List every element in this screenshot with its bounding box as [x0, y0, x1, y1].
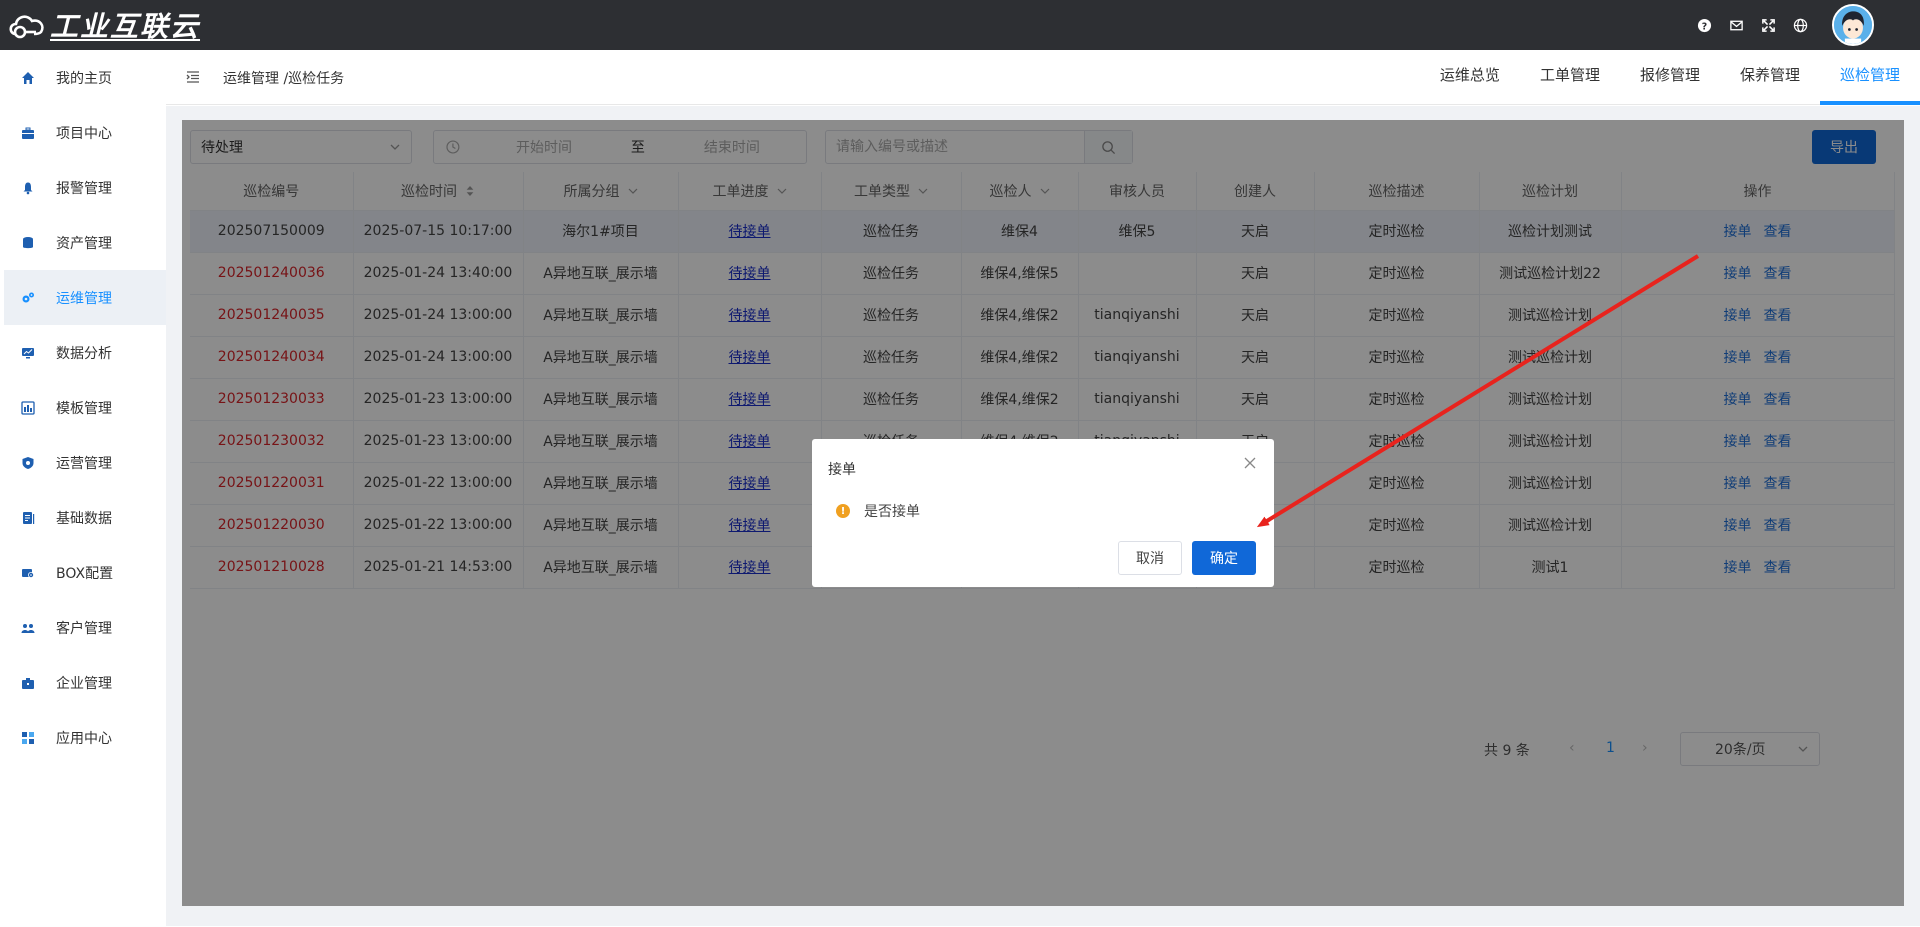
warning-icon: ! — [836, 504, 850, 518]
accept-order-dialog: 接单 ! 是否接单 取消 确定 — [812, 439, 1274, 587]
fullscreen-icon[interactable] — [1760, 17, 1776, 33]
tab-inspections[interactable]: 巡检管理 — [1819, 50, 1920, 105]
sidebar-item-box-config[interactable]: BOX配置 — [4, 545, 166, 600]
dialog-message: 是否接单 — [864, 504, 920, 520]
sidebar-item-label: 资产管理 — [56, 235, 112, 252]
svg-text:?: ? — [1701, 21, 1706, 32]
header: 运维管理 /巡检任务 运维总览 工单管理 报修管理 保养管理 巡检管理 — [166, 50, 1920, 105]
sidebar-item-alarms[interactable]: 报警管理 — [4, 160, 166, 215]
users-icon — [18, 618, 38, 638]
sidebar-item-customers[interactable]: 客户管理 — [4, 600, 166, 655]
tab-maintenance[interactable]: 保养管理 — [1720, 50, 1820, 105]
top-tabs: 运维总览 工单管理 报修管理 保养管理 巡检管理 — [1420, 50, 1920, 105]
sidebar-item-label: 我的主页 — [56, 70, 112, 87]
bell-icon — [18, 178, 38, 198]
sidebar-item-label: 基础数据 — [56, 510, 112, 527]
cloud-logo-icon — [9, 15, 44, 39]
mail-icon[interactable] — [1728, 17, 1744, 33]
database-icon — [18, 233, 38, 253]
breadcrumb: 运维管理 /巡检任务 — [223, 71, 345, 87]
sidebar-item-label: 应用中心 — [56, 730, 112, 747]
sidebar: 我的主页 项目中心 报警管理 资产管理 运维管理 数据分析 模板管理 运营管理 … — [4, 50, 166, 923]
tab-ops-overview[interactable]: 运维总览 — [1420, 50, 1520, 105]
sidebar-item-label: 运营管理 — [56, 455, 112, 472]
sidebar-item-enterprise[interactable]: 企业管理 — [4, 655, 166, 710]
briefcase-icon — [18, 123, 38, 143]
gears-icon — [18, 288, 38, 308]
sidebar-item-label: 运维管理 — [56, 290, 112, 307]
sidebar-item-label: 企业管理 — [56, 675, 112, 692]
sidebar-item-label: BOX配置 — [56, 565, 114, 582]
grid-icon — [18, 728, 38, 748]
sidebar-item-projects[interactable]: 项目中心 — [4, 105, 166, 160]
sidebar-item-label: 客户管理 — [56, 620, 112, 637]
tab-repairs[interactable]: 报修管理 — [1620, 50, 1720, 105]
sidebar-item-operations[interactable]: 运维管理 — [4, 270, 166, 325]
shield-icon — [18, 453, 38, 473]
document-icon — [18, 508, 38, 528]
menu-collapse-icon[interactable] — [186, 70, 200, 84]
user-avatar[interactable] — [1832, 4, 1874, 46]
confirm-button[interactable]: 确定 — [1192, 541, 1256, 575]
top-bar: 工业互联云 ? — [0, 0, 1920, 50]
logo-text: 工业互联云 — [50, 10, 201, 43]
dialog-title: 接单 — [828, 462, 856, 478]
monitor-chart-icon — [18, 343, 38, 363]
enterprise-icon — [18, 673, 38, 693]
sidebar-item-label: 模板管理 — [56, 400, 112, 417]
sidebar-item-label: 数据分析 — [56, 345, 112, 362]
help-icon[interactable]: ? — [1696, 17, 1712, 33]
sidebar-item-templates[interactable]: 模板管理 — [4, 380, 166, 435]
logo[interactable]: 工业互联云 — [6, 5, 200, 45]
globe-icon[interactable] — [1792, 17, 1808, 33]
sidebar-item-base-data[interactable]: 基础数据 — [4, 490, 166, 545]
sidebar-item-business-ops[interactable]: 运营管理 — [4, 435, 166, 490]
home-icon — [18, 68, 38, 88]
dialog-body: ! 是否接单 — [836, 501, 920, 521]
sidebar-item-label: 报警管理 — [56, 180, 112, 197]
sidebar-item-assets[interactable]: 资产管理 — [4, 215, 166, 270]
tab-work-orders[interactable]: 工单管理 — [1520, 50, 1620, 105]
box-icon — [18, 563, 38, 583]
sidebar-item-home[interactable]: 我的主页 — [4, 50, 166, 105]
sidebar-item-label: 项目中心 — [56, 125, 112, 142]
cancel-button[interactable]: 取消 — [1118, 541, 1182, 575]
sidebar-item-analytics[interactable]: 数据分析 — [4, 325, 166, 380]
close-icon[interactable] — [1244, 457, 1256, 469]
sidebar-item-app-center[interactable]: 应用中心 — [4, 710, 166, 765]
template-icon — [18, 398, 38, 418]
